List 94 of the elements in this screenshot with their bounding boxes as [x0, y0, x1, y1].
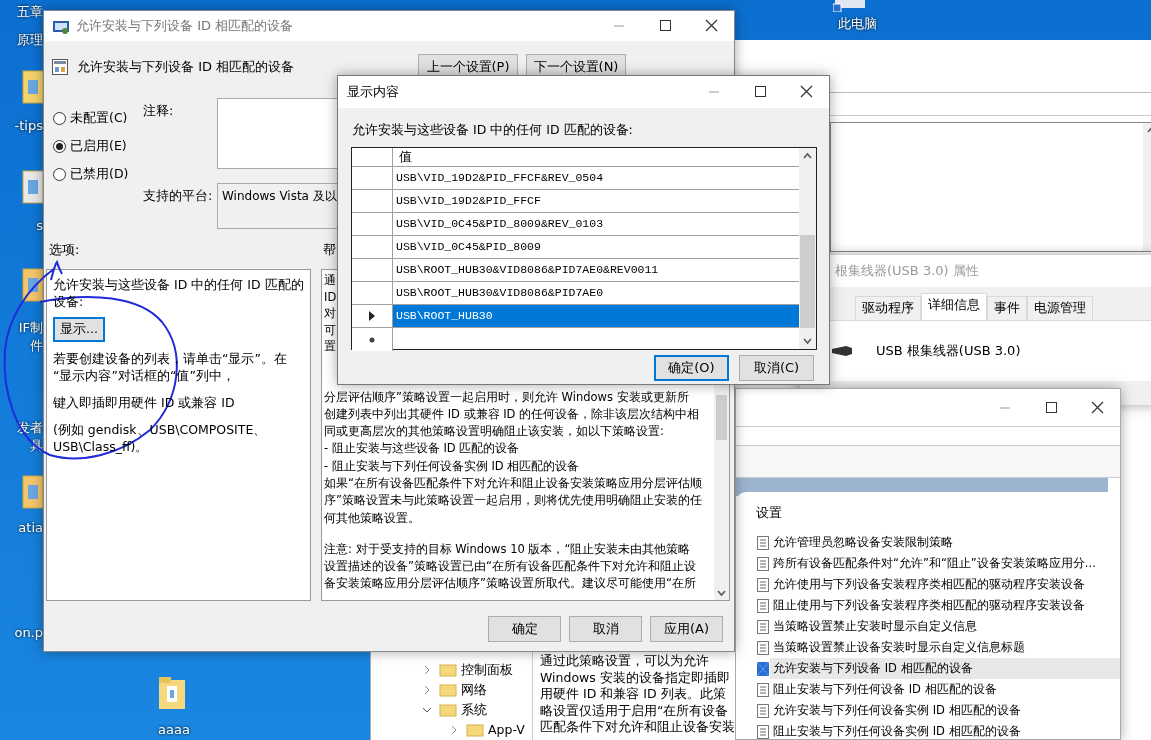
- radio-label[interactable]: 已禁用(D): [70, 164, 129, 184]
- radio-button[interactable]: [53, 167, 66, 181]
- help-text: 如果“在所有设备匹配条件下对允许和阻止设备安装策略应用分层评估顺: [324, 475, 703, 492]
- policy-icon: [52, 18, 70, 34]
- dialog-button[interactable]: 取消(C): [739, 355, 814, 381]
- list-item[interactable]: 跨所有设备匹配条件对“允许”和“阻止”设备安装策略应用分...: [770, 553, 1120, 574]
- radio-label[interactable]: 已启用(E): [70, 136, 127, 156]
- help-text: 设置描述的设备”策略设置已由“在所有设备匹配条件下对允许和阻止设: [324, 558, 697, 576]
- help-text: 可: [324, 321, 337, 338]
- desktop-icon-label[interactable]: s: [36, 218, 43, 234]
- setting-title: 允许安装与下列设备 ID 相匹配的设备: [77, 58, 295, 77]
- list-item[interactable]: 阻止安装与下列任何设备实例 ID 相匹配的设备: [770, 721, 1120, 739]
- desktop-icon-label[interactable]: aaaa: [158, 722, 190, 738]
- help-text: ID: [324, 288, 338, 305]
- table-cell[interactable]: USB\ROOT_HUB30: [393, 305, 799, 327]
- description-text: 通过此策略设置，可以为允许: [540, 653, 710, 670]
- help-text: 何其他策略设置。: [324, 509, 421, 527]
- window-title: 根集线器(USB 3.0) 属性: [835, 262, 979, 281]
- show-button[interactable]: 显示...: [53, 317, 105, 342]
- tab[interactable]: 详细信息: [921, 293, 987, 320]
- description-text: Windows 安装的设备指定即插即: [540, 669, 731, 686]
- table-cell[interactable]: USB\ROOT_HUB30&VID8086&PID7AE0&REV0011: [393, 259, 799, 281]
- folder-icon: [158, 676, 186, 710]
- desktop-icon-label[interactable]: 件: [30, 338, 43, 354]
- list-item[interactable]: 当策略设置禁止设备安装时显示自定义信息标题: [770, 637, 1120, 658]
- dialog-button[interactable]: 确定(O): [654, 355, 729, 381]
- dialog-button[interactable]: 确定: [488, 616, 561, 642]
- table-cell[interactable]: USB\VID_0C45&PID_8009: [393, 236, 799, 258]
- list-item[interactable]: 允许管理员忽略设备安装限制策略: [770, 532, 1120, 553]
- device-name: USB 根集线器(USB 3.0): [876, 342, 1021, 360]
- help-text: 置: [324, 338, 337, 355]
- tab[interactable]: 电源管理: [1027, 296, 1093, 320]
- desktop-icon-label[interactable]: IF制: [18, 320, 43, 336]
- description-text: 匹配条件下对允许和阻止设备安装: [540, 719, 735, 736]
- help-text: 分层评估顺序”策略设置一起启用时，则允许 Windows 安装或更新所: [324, 388, 690, 406]
- desktop-icon-label[interactable]: 五章: [17, 4, 43, 20]
- usb-plug-icon: [832, 344, 852, 357]
- section-label: 选项:: [49, 241, 81, 259]
- tab[interactable]: 事件: [987, 296, 1027, 320]
- dialog-button[interactable]: 应用(A): [650, 616, 723, 642]
- list-item[interactable]: 当策略设置禁止安装时显示自定义信息: [770, 616, 1120, 637]
- tree-item[interactable]: 系统: [461, 700, 487, 720]
- scrollbar[interactable]: [799, 148, 816, 349]
- tree-item[interactable]: 网络: [461, 680, 487, 700]
- description-text: 用硬件 ID 和兼容 ID 列表。此策: [540, 686, 727, 703]
- help-text: 同或更高层次的其他策略设置明确阻止该安装，如以下策略设置:: [324, 423, 665, 441]
- help-text: - 阻止安装与下列任何设备实例 ID 相匹配的设备: [324, 457, 581, 475]
- help-text: 创建列表中列出其硬件 ID 或兼容 ID 的任何设备，除非该层次结构中相: [324, 405, 701, 423]
- list-item[interactable]: 允许安装与下列任何设备实例 ID 相匹配的设备: [770, 700, 1120, 721]
- computer-icon: [833, 0, 867, 12]
- help-text: 序”策略设置未与此策略设置一起启用，则将优先使用明确阻止安装的任: [324, 492, 703, 510]
- help-text: 备安装策略应用分层评估顺序”策略设置所取代。建议尽可能使用“在所: [324, 575, 697, 593]
- desktop-icon-label[interactable]: 原理: [17, 32, 43, 48]
- help-text: 通: [324, 272, 337, 289]
- list-item[interactable]: 阻止使用与下列设备安装程序类相匹配的驱动程序安装设备: [770, 595, 1120, 616]
- desktop-icon-label[interactable]: 此电脑: [838, 16, 877, 32]
- description-text: 略设置仅适用于启用“在所有设备: [540, 702, 730, 719]
- radio-button[interactable]: [53, 139, 66, 153]
- file-icon: [22, 268, 44, 302]
- table-cell[interactable]: USB\ROOT_HUB30&VID8086&PID7AE0: [393, 282, 799, 304]
- desktop-icon-label[interactable]: 发者: [17, 420, 43, 436]
- scroll-thumb[interactable]: [800, 235, 815, 328]
- help-text: 对: [324, 305, 337, 322]
- column-header: 设置: [755, 504, 783, 522]
- policy-icon: [51, 58, 69, 76]
- radio-button[interactable]: [53, 111, 66, 125]
- desktop-icon-label[interactable]: atia: [18, 520, 43, 536]
- field-label: 注释:: [143, 102, 175, 120]
- folder-icon: [439, 703, 457, 717]
- file-icon: [22, 70, 44, 104]
- list-item[interactable]: 允许安装与下列设备 ID 相匹配的设备: [770, 658, 1120, 679]
- desktop-icon-label[interactable]: on.p: [14, 625, 43, 641]
- folder-icon: [439, 683, 457, 697]
- tree-item[interactable]: 控制面板: [461, 660, 513, 680]
- desktop-icon-label[interactable]: -tips: [14, 118, 43, 134]
- window-title: 允许安装与下列设备 ID 相匹配的设备: [76, 17, 294, 36]
- folder-icon: [466, 723, 484, 737]
- window-title: 显示内容: [347, 83, 399, 102]
- prompt-text: 允许安装与这些设备 ID 中的任何 ID 匹配的设备:: [351, 121, 634, 139]
- section-label: 帮: [323, 241, 336, 259]
- new-row-icon: [369, 336, 375, 343]
- help-text: - 阻止安装与这些设备 ID 匹配的设备: [324, 440, 521, 458]
- tree-item[interactable]: App-V: [488, 720, 525, 740]
- column-header: 值: [398, 148, 413, 166]
- radio-label[interactable]: 未配置(C): [70, 108, 128, 128]
- list-item[interactable]: 阻止安装与下列任何设备 ID 相匹配的设备: [770, 679, 1120, 700]
- tab[interactable]: 驱动程序: [855, 296, 921, 320]
- scroll-thumb[interactable]: [716, 395, 727, 440]
- file-icon: [22, 475, 44, 509]
- dialog-button[interactable]: 取消: [569, 616, 642, 642]
- help-text: 注意: 对于受支持的目标 Windows 10 版本，“阻止安装未由其他策略: [324, 540, 692, 558]
- field-label: 支持的平台:: [143, 187, 214, 205]
- list-item[interactable]: 允许使用与下列设备安装程序类相匹配的驱动程序安装设备: [770, 574, 1120, 595]
- folder-icon: [439, 663, 457, 677]
